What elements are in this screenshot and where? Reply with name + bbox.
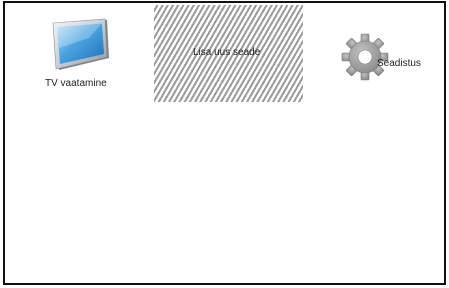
menu-item-label: TV vaatamine <box>45 78 107 89</box>
menu-item-label: Seadistus <box>377 58 421 69</box>
home-menu-screen: TV vaatamine Lisa uus seade Seadistus <box>3 1 446 285</box>
gear-icon <box>341 33 389 81</box>
menu-item-settings[interactable]: Seadistus <box>303 5 449 102</box>
menu-item-tv-watching[interactable]: TV vaatamine <box>5 5 154 102</box>
menu-item-label: Lisa uus seade <box>193 47 261 58</box>
tv-icon <box>52 18 109 70</box>
menu-item-add-new-device[interactable]: Lisa uus seade <box>154 5 303 102</box>
